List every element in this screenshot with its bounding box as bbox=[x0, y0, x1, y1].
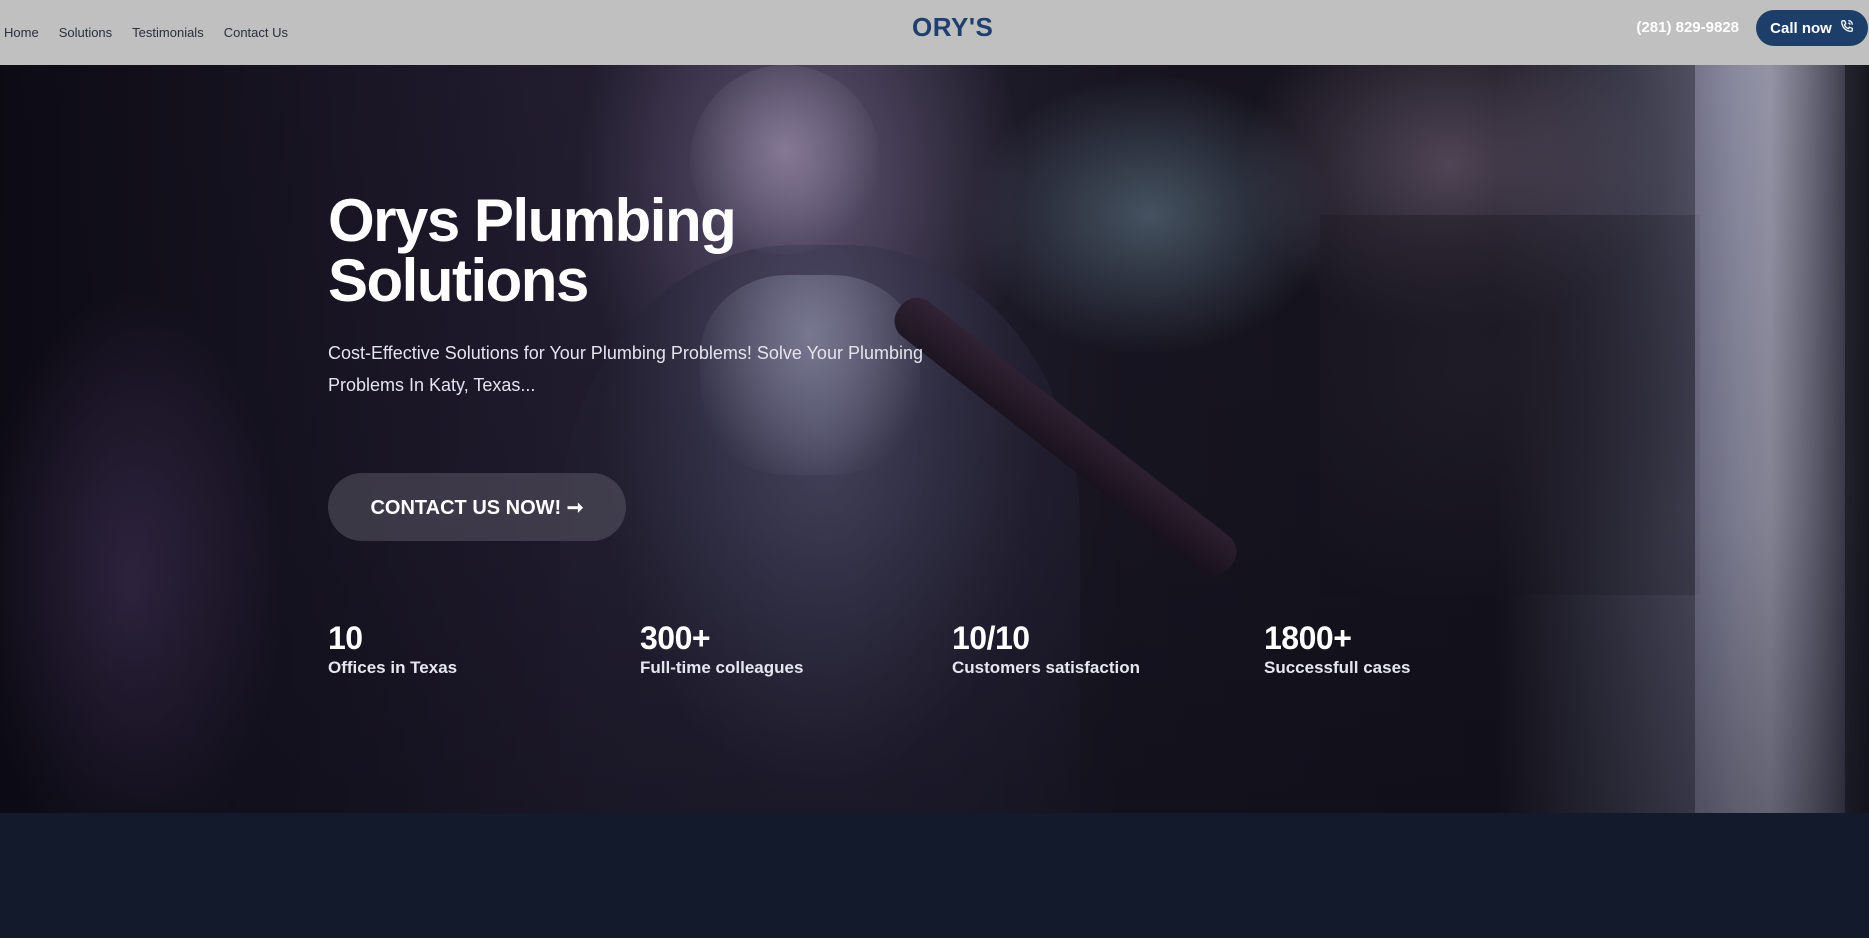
stat-label: Successfull cases bbox=[1264, 658, 1411, 677]
nav-testimonials[interactable]: Testimonials bbox=[132, 25, 204, 40]
stat-colleagues: 300+ Full-time colleagues bbox=[640, 620, 940, 678]
stat-value: 1800+ bbox=[1264, 620, 1352, 656]
stat-label: Full-time colleagues bbox=[640, 658, 804, 677]
nav-contact-us[interactable]: Contact Us bbox=[224, 25, 288, 40]
site-logo[interactable]: ORY'S bbox=[912, 12, 993, 43]
nav-home[interactable]: Home bbox=[4, 25, 39, 40]
contact-us-now-button[interactable]: CONTACT US NOW! ➞ bbox=[328, 473, 626, 541]
phone-icon bbox=[1840, 19, 1854, 37]
hero-subtitle: Cost-Effective Solutions for Your Plumbi… bbox=[328, 343, 923, 395]
next-section bbox=[0, 813, 1869, 938]
hero-overlay bbox=[0, 65, 1869, 813]
stat-label: Offices in Texas bbox=[328, 658, 458, 677]
call-now-label: Call now bbox=[1770, 19, 1832, 37]
call-now-button[interactable]: Call now bbox=[1756, 10, 1868, 46]
site-header: Home Solutions Testimonials Contact Us O… bbox=[0, 0, 1869, 65]
phone-number[interactable]: (281) 829-9828 bbox=[1636, 0, 1739, 55]
stat-value: 10/10 bbox=[952, 620, 1030, 656]
hero-section: Orys Plumbing Solutions Cost-Effective S… bbox=[0, 65, 1869, 813]
stat-value: 10 bbox=[328, 620, 363, 656]
hero-title-line-1: Orys Plumbing bbox=[328, 187, 737, 254]
stat-value: 300+ bbox=[640, 620, 711, 656]
hero-content: Orys Plumbing Solutions Cost-Effective S… bbox=[328, 191, 1048, 401]
hero-title: Orys Plumbing Solutions bbox=[328, 191, 1048, 311]
stat-satisfaction: 10/10 Customers satisfaction bbox=[952, 620, 1252, 678]
nav-solutions[interactable]: Solutions bbox=[59, 25, 112, 40]
stat-label: Customers satisfaction bbox=[952, 658, 1140, 677]
stat-offices: 10 Offices in Texas bbox=[328, 620, 628, 678]
hero-title-line-2: Solutions bbox=[328, 247, 589, 314]
main-nav: Home Solutions Testimonials Contact Us bbox=[4, 0, 308, 65]
stat-cases: 1800+ Successfull cases bbox=[1264, 620, 1564, 678]
